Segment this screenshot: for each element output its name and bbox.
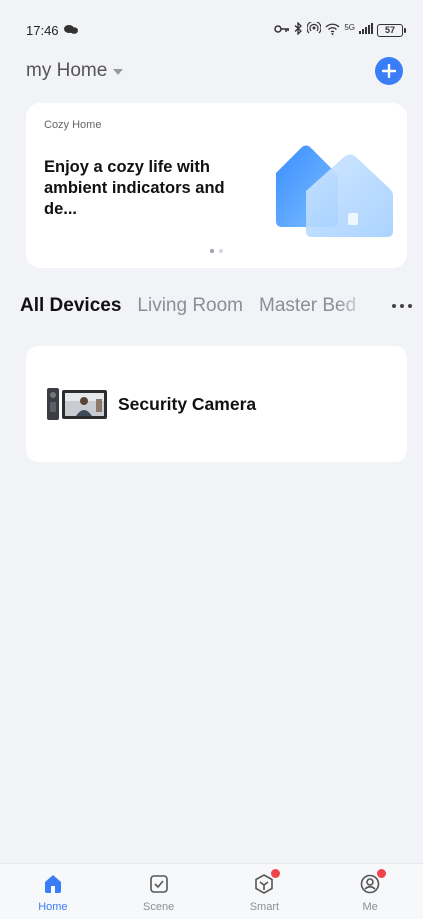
home-name: my Home	[26, 60, 108, 81]
security-camera-thumbnail	[47, 388, 107, 420]
nav-smart-label: Smart	[249, 901, 280, 913]
nav-scene[interactable]: Scene	[106, 864, 212, 919]
tab-living-room[interactable]: Living Room	[137, 295, 243, 317]
add-button[interactable]	[375, 57, 403, 85]
status-right: 5G 57	[274, 20, 406, 38]
header: my Home	[0, 55, 423, 87]
status-left: 17:46	[26, 23, 78, 38]
banner-tag: Cozy Home	[44, 119, 102, 131]
caret-down-icon	[113, 62, 124, 80]
promo-banner[interactable]: Cozy Home Enjoy a cozy life with ambient…	[26, 103, 407, 268]
wifi-icon	[325, 23, 340, 38]
bottom-navigation: Home Scene Smart Me	[0, 863, 423, 919]
device-card-security-camera[interactable]: Security Camera	[26, 346, 407, 462]
me-notification-badge	[377, 869, 387, 878]
plus-icon	[382, 64, 396, 78]
nav-scene-label: Scene	[143, 901, 175, 913]
home-selector[interactable]: my Home	[26, 60, 124, 82]
app-root: 17:46 5G 57 my Home Cozy Home Enjoy a co…	[0, 0, 423, 919]
hotspot-icon	[306, 20, 322, 38]
key-icon	[274, 23, 290, 37]
house-illustration-icon	[276, 145, 393, 237]
pagination-dot	[219, 249, 223, 253]
scene-checkbox-icon	[147, 872, 171, 896]
pagination-dot-active	[210, 249, 214, 253]
nav-smart[interactable]: Smart	[212, 864, 318, 919]
room-tabs: All Devices Living Room Master Bed	[20, 290, 415, 322]
status-bar: 17:46 5G 57	[0, 0, 423, 60]
nav-me[interactable]: Me	[317, 864, 423, 919]
nav-home[interactable]: Home	[0, 864, 106, 919]
nav-me-label: Me	[362, 901, 378, 913]
tab-fade-overlay	[337, 290, 377, 322]
signal-icon	[359, 23, 373, 37]
bluetooth-icon	[294, 21, 303, 38]
banner-headline: Enjoy a cozy life with ambient indicator…	[44, 158, 225, 218]
more-dots-icon	[392, 304, 412, 308]
tab-all-devices[interactable]: All Devices	[20, 295, 121, 317]
network-type-label: 5G	[344, 22, 355, 32]
more-rooms-button[interactable]	[387, 294, 417, 318]
chat-notification-icon	[63, 23, 78, 38]
home-icon	[41, 872, 65, 896]
battery-indicator: 57	[377, 23, 406, 37]
status-time: 17:46	[26, 22, 59, 38]
smart-cube-icon	[252, 869, 281, 896]
profile-icon	[358, 869, 387, 896]
nav-home-label: Home	[38, 901, 68, 913]
banner-pagination	[26, 249, 407, 253]
device-name: Security Camera	[118, 393, 257, 414]
smart-notification-badge	[271, 869, 281, 878]
